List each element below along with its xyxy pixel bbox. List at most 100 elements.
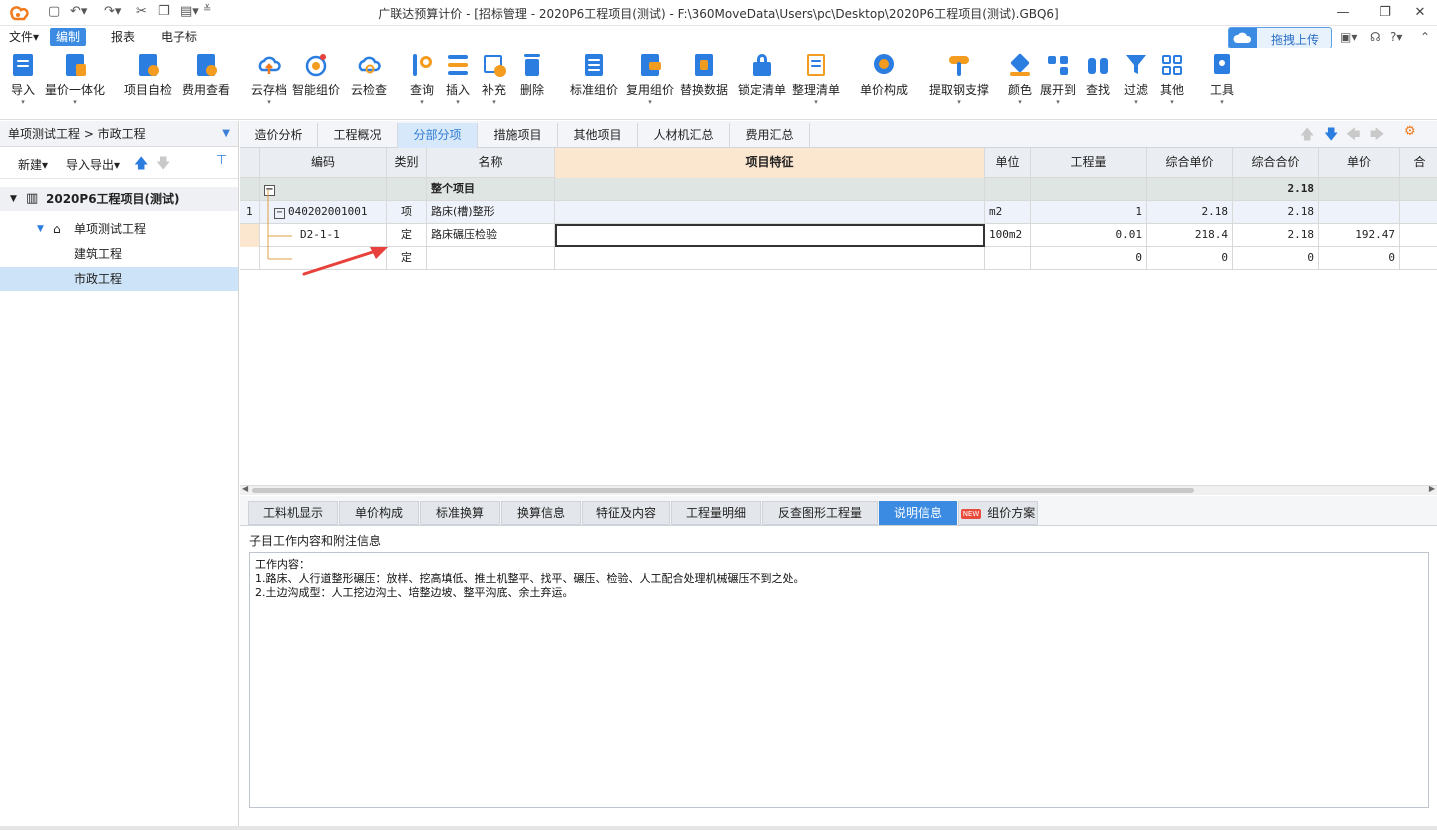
color-button[interactable]: 颜色 ▾: [1004, 52, 1036, 116]
tab-price-comp[interactable]: 单价构成: [339, 501, 419, 525]
tree-item-project[interactable]: ▼ ⌂ 单项测试工程: [0, 217, 238, 241]
pin-icon[interactable]: ⊤: [216, 153, 227, 168]
tree-item-building[interactable]: 建筑工程: [0, 242, 238, 266]
close-icon[interactable]: ✕: [1405, 2, 1435, 24]
arrow-up-icon[interactable]: 🡅: [1300, 124, 1314, 148]
cost-view-button[interactable]: 费用查看: [180, 52, 232, 116]
unit-price-cell[interactable]: [1319, 201, 1400, 224]
scrollbar-thumb[interactable]: [252, 488, 1194, 493]
restore-icon[interactable]: ❐: [1370, 2, 1400, 24]
feature-cell[interactable]: [555, 201, 985, 224]
tab-labor-display[interactable]: 工料机显示: [248, 501, 338, 525]
qty-cell[interactable]: 1: [1031, 201, 1147, 224]
support-icon[interactable]: ☊: [1370, 30, 1381, 44]
cloud-check-button[interactable]: 云检查: [348, 52, 390, 116]
move-up-icon[interactable]: 🡅: [134, 153, 148, 177]
query-button[interactable]: 查询 ▾: [406, 52, 438, 116]
menu-report[interactable]: 报表: [105, 28, 141, 46]
unit-price-comp-button[interactable]: 单价构成: [856, 52, 912, 116]
qty-cell[interactable]: 0: [1031, 247, 1147, 270]
notes-textarea[interactable]: 工作内容： 1.路床、人行道整形碾压：放样、挖高填低、推土机整平、找平、碾压、检…: [249, 552, 1429, 808]
upload-button[interactable]: 拖拽上传: [1228, 27, 1332, 49]
unit-cell[interactable]: 100m2: [985, 224, 1031, 247]
price-cell[interactable]: 0: [1147, 247, 1233, 270]
menu-edit[interactable]: 编制: [50, 28, 87, 46]
other-button[interactable]: 其他 ▾: [1156, 52, 1188, 116]
price-cell[interactable]: 218.4: [1147, 224, 1233, 247]
name-cell[interactable]: [427, 247, 555, 270]
arrow-down-icon[interactable]: 🡇: [1324, 124, 1338, 148]
name-cell[interactable]: 路床(槽)整形: [427, 201, 555, 224]
feature-cell-selected[interactable]: [555, 224, 985, 247]
horizontal-scrollbar[interactable]: ◀ ▶: [240, 484, 1437, 495]
collapse-icon[interactable]: ▼: [37, 217, 44, 241]
filter-button[interactable]: 过滤 ▾: [1120, 52, 1152, 116]
header-unit[interactable]: 单位: [985, 148, 1031, 178]
ribbon-options-icon[interactable]: ⌃: [1420, 30, 1430, 44]
import-button[interactable]: 导入 ▾: [8, 52, 38, 116]
arrow-right-icon[interactable]: 🡆: [1370, 124, 1384, 148]
tab-other-items[interactable]: 其他项目: [558, 123, 638, 148]
steel-support-button[interactable]: 提取钢支撑 ▾: [926, 52, 992, 116]
price-cell[interactable]: 2.18: [1147, 201, 1233, 224]
tree-item-municipal[interactable]: 市政工程: [0, 267, 238, 291]
tab-cost-summary[interactable]: 费用汇总: [730, 123, 810, 148]
tab-sub-items[interactable]: 分部分项: [398, 123, 478, 148]
chevron-down-icon[interactable]: ▼: [222, 121, 230, 147]
import-export-button[interactable]: 导入导出▾: [66, 156, 120, 173]
header-qty[interactable]: 工程量: [1031, 148, 1147, 178]
cloud-archive-button[interactable]: 云存档 ▾: [248, 52, 290, 116]
tab-description[interactable]: 说明信息: [879, 501, 957, 525]
qty-cell[interactable]: 0.01: [1031, 224, 1147, 247]
expand-to-button[interactable]: 展开到 ▾: [1038, 52, 1078, 116]
tab-std-convert[interactable]: 标准换算: [420, 501, 500, 525]
move-down-icon[interactable]: 🡇: [156, 153, 170, 177]
header-price[interactable]: 综合单价: [1147, 148, 1233, 178]
delete-button[interactable]: 删除: [516, 52, 548, 116]
insert-button[interactable]: 插入 ▾: [442, 52, 474, 116]
tab-convert-info[interactable]: 换算信息: [501, 501, 581, 525]
unit-cell[interactable]: m2: [985, 201, 1031, 224]
unit-price-cell[interactable]: 0: [1319, 247, 1400, 270]
feature-cell[interactable]: [555, 247, 985, 270]
tab-labor-material[interactable]: 人材机汇总: [638, 123, 730, 148]
reuse-price-button[interactable]: 复用组价 ▾: [624, 52, 676, 116]
tab-measures[interactable]: 措施项目: [478, 123, 558, 148]
tab-overview[interactable]: 工程概况: [318, 123, 398, 148]
collapse-icon[interactable]: ▼: [10, 187, 17, 211]
header-total[interactable]: 综合合价: [1233, 148, 1319, 178]
menu-file[interactable]: 文件▾: [3, 28, 45, 46]
self-check-button[interactable]: 项目自检: [122, 52, 174, 116]
arrow-left-icon[interactable]: 🡄: [1346, 124, 1360, 148]
skin-icon[interactable]: ▣▾: [1340, 30, 1357, 44]
tab-price-scheme[interactable]: NEW 组价方案: [958, 501, 1038, 525]
header-unit-price[interactable]: 单价: [1319, 148, 1400, 178]
tab-cost-analysis[interactable]: 造价分析: [240, 123, 318, 148]
std-price-button[interactable]: 标准组价: [568, 52, 620, 116]
unit-price-cell[interactable]: 192.47: [1319, 224, 1400, 247]
minimize-icon[interactable]: —: [1328, 2, 1358, 24]
supplement-button[interactable]: 补充 ▾: [478, 52, 510, 116]
menu-etender[interactable]: 电子标: [155, 28, 203, 46]
header-feature[interactable]: 项目特征: [555, 148, 985, 178]
name-cell[interactable]: 路床碾压检验: [427, 224, 555, 247]
scroll-right-icon[interactable]: ▶: [1429, 484, 1435, 493]
tab-qty-detail[interactable]: 工程量明细: [671, 501, 761, 525]
tree-item-root[interactable]: ▼ ▥ 2020P6工程项目(测试): [0, 187, 238, 211]
help-icon[interactable]: ?▾: [1390, 30, 1402, 44]
tab-graph-qty[interactable]: 反查图形工程量: [762, 501, 878, 525]
new-button[interactable]: 新建▾: [18, 156, 48, 173]
replace-data-button[interactable]: 替换数据: [678, 52, 730, 116]
tidy-list-button[interactable]: 整理清单 ▾: [790, 52, 842, 116]
scroll-left-icon[interactable]: ◀: [242, 484, 248, 493]
header-more[interactable]: 合: [1400, 148, 1437, 178]
qty-price-button[interactable]: 量价一体化 ▾: [44, 52, 106, 116]
unit-cell[interactable]: [985, 247, 1031, 270]
breadcrumb[interactable]: 单项测试工程 > 市政工程 ▼: [0, 121, 238, 147]
header-name[interactable]: 名称: [427, 148, 555, 178]
find-button[interactable]: 查找: [1082, 52, 1114, 116]
tab-feature-content[interactable]: 特征及内容: [582, 501, 670, 525]
settings-icon[interactable]: ⚙: [1404, 124, 1416, 139]
lock-list-button[interactable]: 锁定清单: [736, 52, 788, 116]
tools-button[interactable]: 工具 ▾: [1206, 52, 1238, 116]
